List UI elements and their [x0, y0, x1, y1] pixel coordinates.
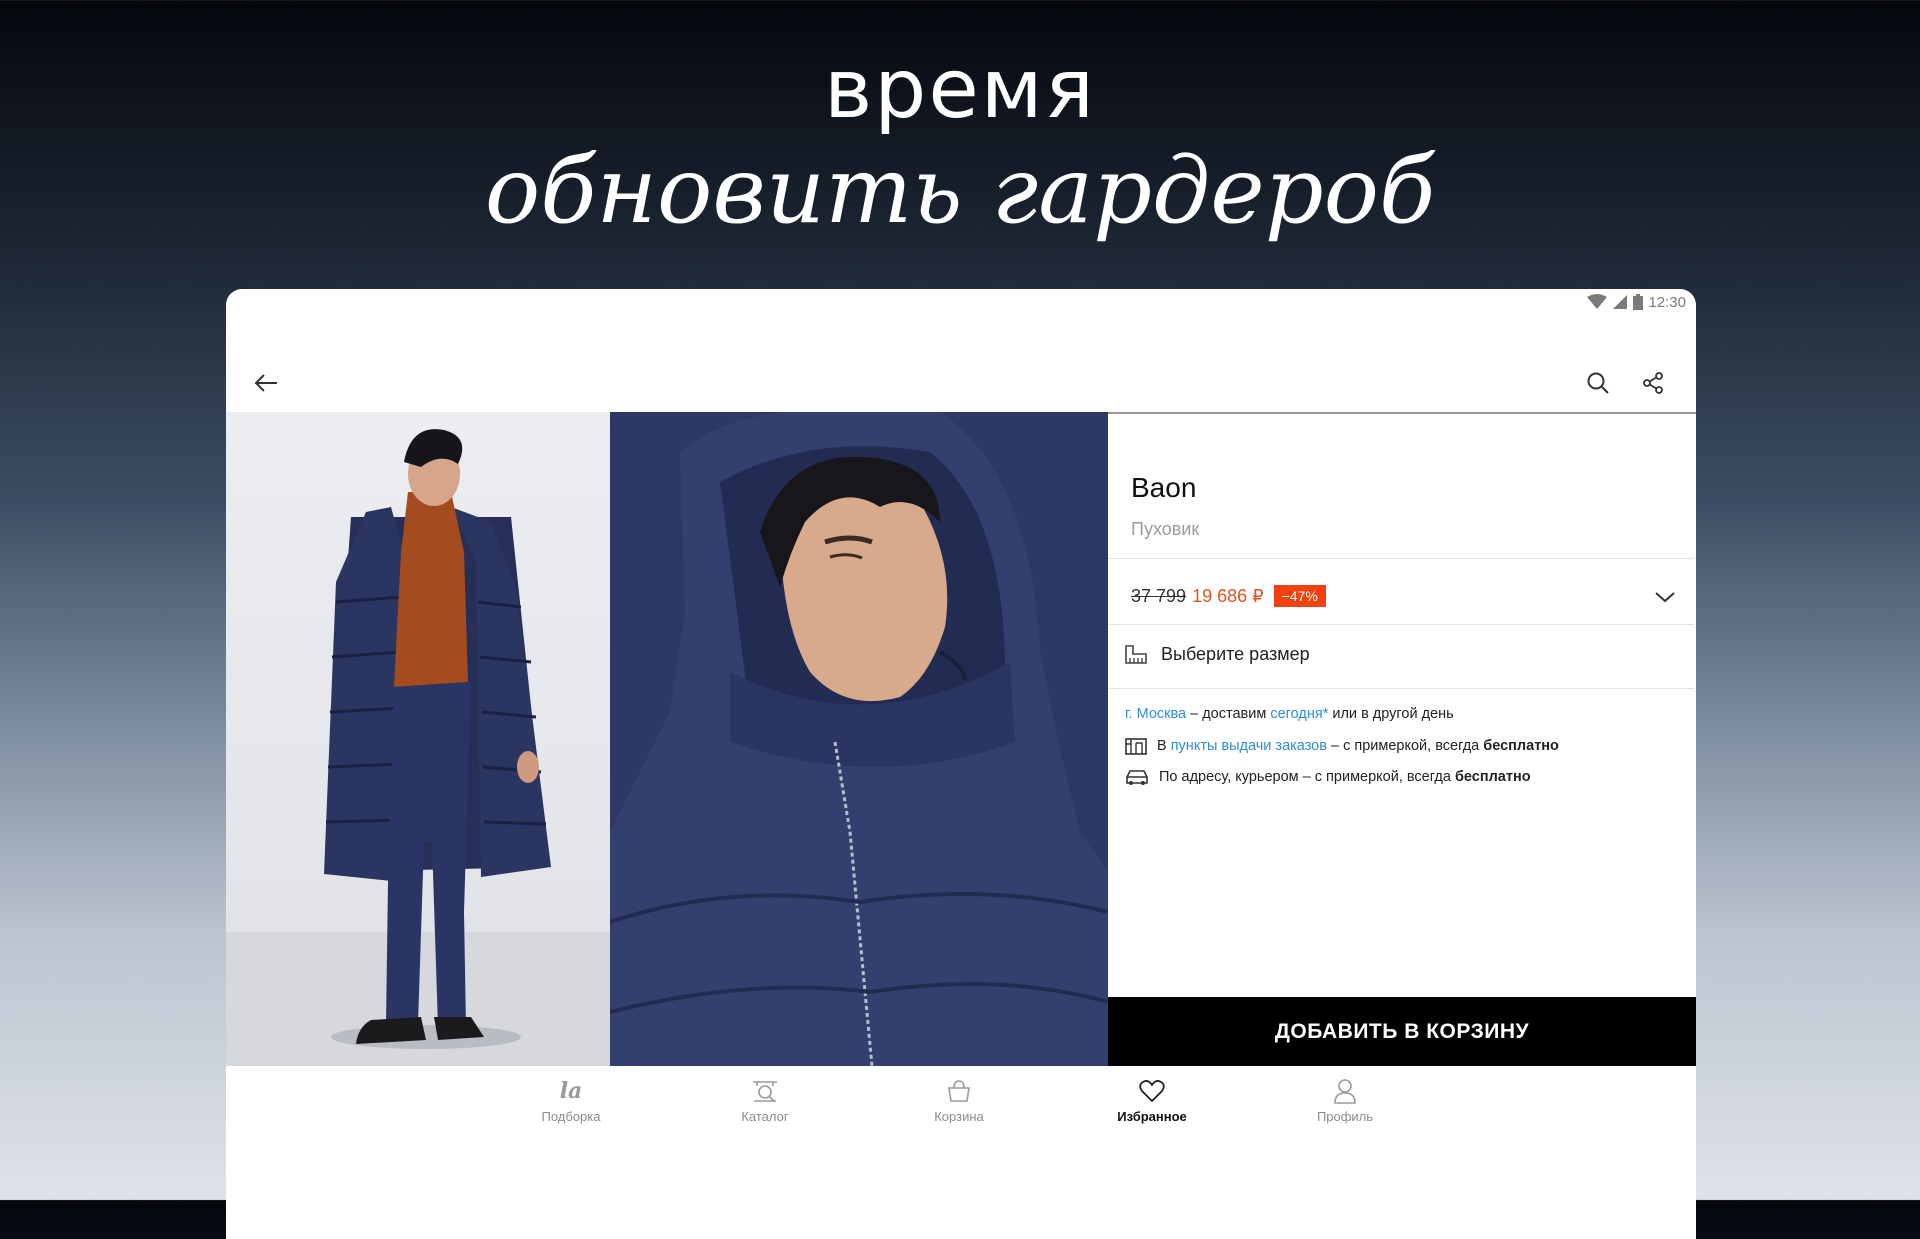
product-info-panel: Baon Пуховик 37 799 19 686 ₽ −47% Выбери…: [1108, 412, 1696, 1068]
cart-icon: [948, 1080, 970, 1102]
pickup-point-icon: [1125, 738, 1147, 755]
tab-podborka[interactable]: la Подборка: [511, 1076, 631, 1124]
pickup-free: бесплатно: [1483, 738, 1559, 754]
tab-label: Подборка: [541, 1109, 601, 1124]
status-bar: 12:30: [226, 289, 1696, 315]
toolbar: [226, 355, 1696, 411]
signal-icon: [1612, 294, 1628, 310]
product-photo-closeup[interactable]: [610, 412, 1108, 1066]
old-price: 37 799: [1131, 585, 1187, 606]
back-button[interactable]: [248, 365, 284, 401]
tab-label: Профиль: [1316, 1109, 1374, 1124]
promo-title: время: [823, 42, 1096, 137]
battery-icon: [1633, 294, 1644, 310]
model-full-figure: [226, 429, 610, 1066]
delivery-pickup-line: В пункты выдачи заказов – с примеркой, в…: [1125, 736, 1686, 756]
tab-profile[interactable]: Профиль: [1285, 1076, 1405, 1124]
courier-text: По адресу, курьером – с примеркой, всегд…: [1159, 769, 1451, 785]
status-time: 12:30: [1648, 293, 1686, 311]
share-icon: [1643, 372, 1663, 394]
pickup-points-link[interactable]: пункты выдачи заказов: [1171, 738, 1327, 754]
divider: [1108, 624, 1694, 625]
ruler-icon: [1125, 645, 1147, 664]
delivery-city-line: г. Москва – доставим сегодня* или в друг…: [1125, 706, 1686, 722]
new-price: 19 686 ₽: [1192, 585, 1264, 606]
arrow-left-icon: [254, 374, 277, 392]
search-button[interactable]: [1580, 365, 1616, 401]
divider: [1108, 688, 1694, 689]
la-logo-icon: la: [559, 1078, 583, 1104]
size-selector[interactable]: Выберите размер: [1125, 636, 1696, 672]
tab-label: Избранное: [1117, 1109, 1187, 1124]
bottom-tab-bar: la Подборка Каталог Корзина Избранное Пр…: [226, 1066, 1696, 1156]
model-hood-closeup: [610, 412, 1108, 1066]
tab-label: Корзина: [934, 1109, 984, 1124]
tab-cart[interactable]: Корзина: [899, 1076, 1019, 1124]
product-category: Пуховик: [1131, 519, 1200, 539]
delivery-city-text: – доставим: [1190, 706, 1267, 722]
profile-icon: [1334, 1079, 1356, 1104]
delivery-courier-line: По адресу, курьером – с примеркой, всегд…: [1125, 768, 1686, 786]
price-expand-button[interactable]: [1650, 582, 1680, 612]
price-row: 37 799 19 686 ₽ −47%: [1131, 578, 1696, 614]
today-link[interactable]: сегодня*: [1270, 706, 1328, 722]
tab-favorites[interactable]: Избранное: [1092, 1076, 1212, 1124]
delivery-other-day: или в другой день: [1332, 706, 1454, 722]
city-link[interactable]: г. Москва: [1125, 706, 1186, 722]
tab-catalog[interactable]: Каталог: [705, 1076, 825, 1124]
product-gallery[interactable]: [226, 412, 1108, 1066]
courier-free: бесплатно: [1454, 769, 1531, 785]
product-photo-full[interactable]: [226, 412, 610, 1066]
share-button[interactable]: [1635, 365, 1671, 401]
wifi-icon: [1587, 294, 1608, 310]
product-brand: Baon: [1131, 472, 1197, 503]
promo-banner: время обновить гардероб: [0, 40, 1920, 246]
car-icon: [1126, 770, 1148, 785]
add-to-cart-button[interactable]: ДОБАВИТЬ В КОРЗИНУ: [1108, 997, 1696, 1066]
discount-badge: −47%: [1273, 585, 1326, 607]
search-icon: [1587, 372, 1609, 394]
tab-label: Каталог: [741, 1109, 789, 1124]
divider: [1108, 558, 1694, 559]
chevron-down-icon: [1655, 592, 1675, 603]
catalog-icon: [753, 1081, 777, 1102]
heart-icon: [1139, 1080, 1165, 1103]
size-label: Выберите размер: [1161, 643, 1310, 664]
promo-subtitle: обновить гардероб: [484, 137, 1436, 244]
pickup-text: – с примеркой, всегда: [1331, 738, 1480, 754]
tablet-screen: 12:30 Baon Пуховик 37 799 19 686 ₽ −47% …: [226, 289, 1696, 1239]
pickup-prefix: В: [1157, 738, 1167, 754]
